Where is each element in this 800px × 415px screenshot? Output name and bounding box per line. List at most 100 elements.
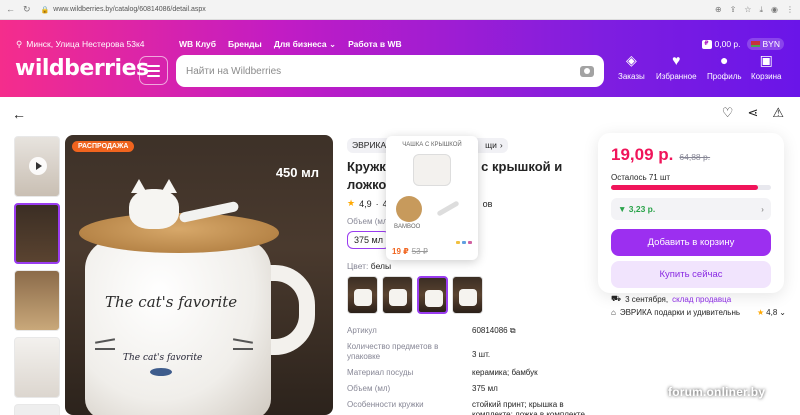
thumbnail-image[interactable] (14, 337, 60, 398)
heart-icon: ♥ (672, 52, 681, 68)
seller-rating: ★ 4,8 ⌄ (757, 308, 786, 317)
color-options (347, 276, 577, 314)
nav-profile[interactable]: ● Профиль (707, 53, 742, 82)
whisker (95, 348, 115, 350)
site-header: ⚲ Минск, Улица Нестерова 53к4 WB Клуб Бр… (0, 20, 800, 97)
spec-key: Особенности кружки (347, 400, 424, 409)
chevron-down-icon: ⌄ (779, 308, 786, 317)
logo[interactable]: wildberries (15, 56, 149, 81)
location[interactable]: ⚲ Минск, Улица Нестерова 53к4 (16, 39, 179, 50)
back-button[interactable]: ← (12, 106, 26, 122)
sale-badge: РАСПРОДАЖА (72, 141, 135, 152)
popup-color-dots (456, 241, 472, 244)
spec-value: керамика; бамбук (472, 368, 538, 377)
color-swatch[interactable] (382, 276, 413, 314)
spec-row: Особенности кружки стойкий принт; крышка… (347, 400, 587, 415)
buy-now-button[interactable]: Купить сейчас (611, 261, 771, 288)
spec-value: 3 шт. (472, 350, 491, 359)
address-bar[interactable]: 🔒 www.wildberries.by/catalog/60814086/de… (41, 6, 715, 14)
thumbnail-list (14, 136, 61, 415)
nav-cart-label: Корзина (751, 72, 782, 81)
browser-nav: ← ↻ (6, 4, 31, 15)
delivery-date-row: ⛟ 3 сентября, склад продавца (611, 294, 786, 304)
box-icon: ◈ (625, 52, 637, 68)
url-text: www.wildberries.by/catalog/60814086/deta… (53, 6, 206, 13)
header-right: ₽ 0,00 р. BYN (701, 38, 784, 50)
delivery-source[interactable]: склад продавца (672, 295, 731, 304)
link-wb-club[interactable]: WB Клуб (179, 39, 216, 50)
wallet-icon: ₽ (701, 39, 712, 49)
star-icon: ★ (347, 198, 356, 208)
nav-favorites[interactable]: ♥ Избранное (656, 52, 697, 82)
reviews-tail: ов (482, 198, 493, 209)
back-arrow-icon[interactable]: ← (6, 4, 15, 15)
catalog-menu-button[interactable] (139, 56, 168, 85)
spec-row: Материал посуды керамика; бамбук (347, 368, 587, 378)
thumbnail-video[interactable] (14, 136, 60, 197)
color-label-value: белы (370, 261, 392, 271)
popup-mug (413, 154, 451, 186)
nav-favorites-label: Избранное (656, 72, 697, 81)
download-icon[interactable]: ⤓ (759, 5, 763, 15)
location-pin-icon: ⚲ (16, 38, 23, 49)
copy-icon[interactable]: ⧉ (510, 326, 516, 335)
camera-icon[interactable] (580, 65, 594, 77)
fish-print (150, 368, 172, 376)
seller-row[interactable]: ⌂ ЭВРИКА подарки и удивительнь ★ 4,8 ⌄ (611, 308, 786, 317)
link-brands[interactable]: Бренды (228, 39, 262, 50)
header-topline: ⚲ Минск, Улица Нестерова 53к4 WB Клуб Бр… (16, 38, 784, 50)
share-icon[interactable]: ⋖ (747, 105, 758, 121)
browser-bar: ← ↻ 🔒 www.wildberries.by/catalog/6081408… (0, 0, 800, 20)
link-work[interactable]: Работа в WB (348, 39, 402, 50)
share-icon[interactable]: ⇪ (730, 5, 737, 15)
stock-bar (611, 185, 771, 190)
chevron-right-icon: › (499, 140, 503, 150)
burger-line (147, 69, 160, 72)
add-to-cart-button[interactable]: Добавить в корзину (611, 229, 771, 256)
link-business[interactable]: Для бизнеса ⌄ (274, 39, 336, 50)
cart-icon: ▣ (759, 52, 773, 68)
mug-print-text: The cat's favorite (105, 293, 238, 311)
color-swatch[interactable] (417, 276, 448, 314)
star-icon[interactable]: ☆ (744, 5, 751, 15)
thumbnail-image[interactable] (14, 203, 60, 264)
watermark: forum.onliner.by (668, 385, 766, 399)
nav-orders-label: Заказы (618, 72, 645, 81)
color-swatch[interactable] (452, 276, 483, 314)
nav-cart[interactable]: ▣ Корзина (751, 52, 782, 82)
link-business-label: Для бизнеса (273, 38, 327, 49)
flag-icon (750, 41, 760, 47)
play-icon (29, 157, 47, 175)
color-swatch[interactable] (347, 276, 378, 314)
favorite-icon[interactable]: ♡ (722, 105, 734, 121)
profile-icon[interactable]: ◉ (771, 5, 778, 15)
thumbnail-image[interactable] (14, 270, 60, 331)
spec-key: Материал посуды (347, 368, 414, 377)
rating-value: 4,9 (359, 198, 372, 209)
browser-tools: ⊕ ⇪ ☆ ⤓ ◉ ⋮ (715, 5, 794, 15)
popup-price-old: 53 ₽ (411, 247, 428, 256)
currency-select[interactable]: BYN (746, 38, 784, 50)
delivery-date: 3 сентября, (625, 294, 669, 304)
specs-table: Артикул 60814086 ⧉ Количество предметов … (347, 326, 587, 415)
header-links: WB Клуб Бренды Для бизнеса ⌄ Работа в WB (179, 39, 402, 50)
wallet[interactable]: ₽ 0,00 р. (701, 39, 741, 49)
thumbnail-image[interactable] (14, 404, 60, 415)
mug-body (85, 239, 271, 415)
volume-option[interactable]: 375 мл (347, 231, 390, 249)
spec-key: Количество предметов в упаковке (347, 342, 439, 361)
dot (456, 241, 460, 244)
cashback-row[interactable]: ▼ 3,23 р. › (611, 198, 771, 220)
popup-caption: ЧАШКА С КРЫШКОЙ (402, 142, 462, 148)
product-actions: ♡ ⋖ ⚠ (722, 105, 784, 121)
volume-badge: 450 мл (275, 165, 319, 180)
report-icon[interactable]: ⚠ (772, 105, 784, 121)
product-main-image[interactable]: РАСПРОДАЖА 450 мл The cat's favorite The… (65, 135, 333, 415)
current-price: 19,09 р. (611, 145, 674, 164)
location-text: Минск, Улица Нестерова 53к4 (26, 39, 145, 49)
reload-icon[interactable]: ↻ (23, 4, 31, 15)
search-input[interactable] (186, 65, 580, 77)
zoom-icon[interactable]: ⊕ (715, 5, 722, 15)
nav-orders[interactable]: ◈ Заказы (618, 52, 645, 82)
menu-icon[interactable]: ⋮ (786, 5, 794, 15)
